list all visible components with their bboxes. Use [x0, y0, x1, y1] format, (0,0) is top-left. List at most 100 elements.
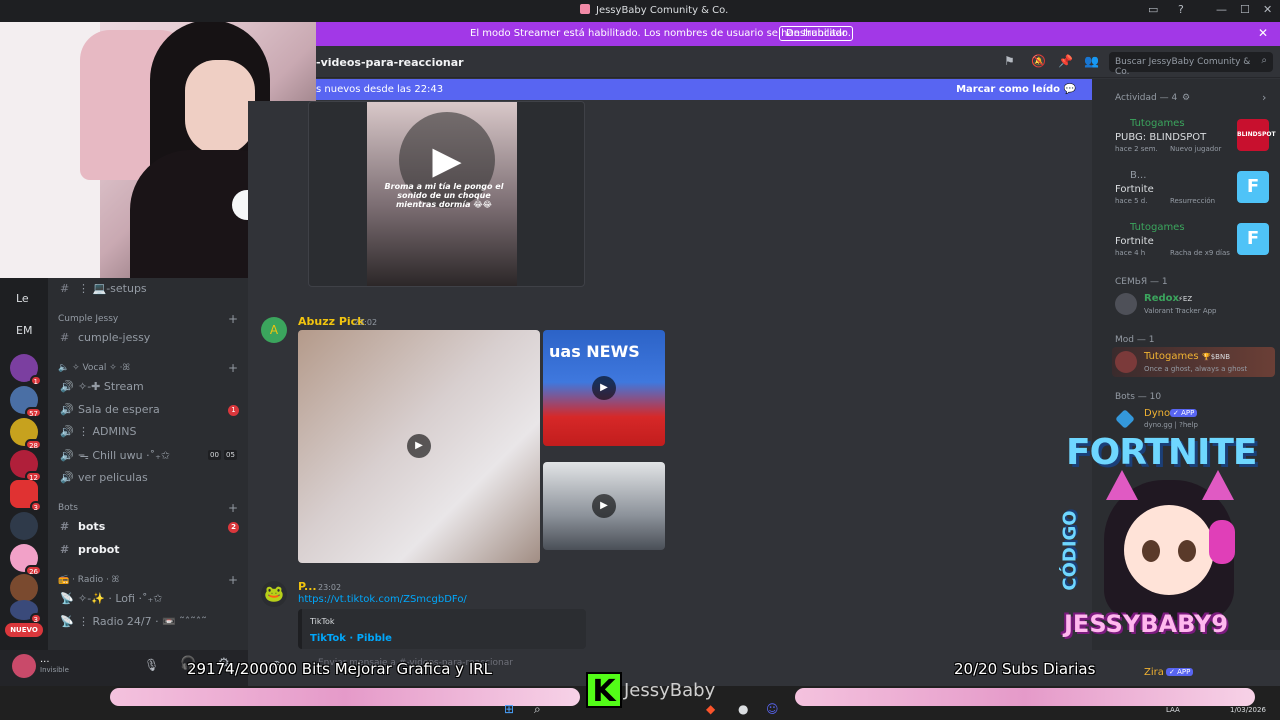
- activity-user: Tutogames: [1130, 118, 1185, 129]
- member-item[interactable]: Redox ⚡EZ Valorant Tracker App: [1092, 291, 1280, 319]
- threads-icon[interactable]: ⚑: [1004, 54, 1015, 68]
- category-cumple-jessy[interactable]: Cumple Jessy +: [58, 312, 238, 326]
- member-item[interactable]: Dyno ✓ APP dyno.gg | ?help: [1092, 405, 1280, 433]
- category-label: Cumple Jessy: [58, 314, 119, 324]
- video-embed[interactable]: ▶ Broma a mi tía le pongo el sonido de u…: [308, 101, 585, 287]
- member-list-icon[interactable]: 👥: [1084, 54, 1099, 68]
- voice-channel-admins[interactable]: 🔊 ⋮ ADMINS: [60, 425, 136, 441]
- taskbar: K JessyBaby LAA 1/03/2026 ⊞ ⌕ ◆ ● ☺: [0, 672, 1280, 720]
- channel-label: cumple-jessy: [78, 331, 151, 344]
- obs-icon[interactable]: ●: [738, 702, 748, 716]
- channel-label: ⋮ ADMINS: [78, 425, 137, 438]
- headset-icon: [1209, 520, 1235, 564]
- search-icon[interactable]: ⌕: [534, 702, 541, 717]
- play-icon[interactable]: ▶: [592, 494, 616, 518]
- category-vocal[interactable]: 🔈 ✧ Vocal ✧ ·ꕤ +: [58, 361, 238, 375]
- server-icon[interactable]: [10, 512, 38, 540]
- message-timestamp: 23:02: [354, 318, 378, 327]
- activity-card[interactable]: Tutogames PUBG: BLINDSPOT hace 2 sem. Nu…: [1092, 115, 1280, 159]
- voice-channel-chill[interactable]: 🔊 ᯓ Chill uwu ‧˚₊✩ 00 05: [60, 448, 250, 464]
- keyboard-language[interactable]: LAA: [1166, 706, 1180, 714]
- chevron-right-icon[interactable]: ›: [1262, 91, 1266, 104]
- category-radio[interactable]: 📻 ‧ Radio ‧ ꕤ +: [58, 573, 238, 587]
- new-messages-bar[interactable]: s nuevos desde las 22:43 Marcar como leí…: [316, 79, 1092, 100]
- server-icon[interactable]: 3: [10, 600, 42, 624]
- server-icon[interactable]: 3: [10, 480, 42, 512]
- video-attachment[interactable]: ▶: [298, 330, 540, 563]
- server-icon[interactable]: 26: [10, 544, 42, 576]
- server-icon[interactable]: [10, 574, 38, 602]
- speaker-icon: 🔊: [60, 380, 74, 393]
- brave-browser-icon[interactable]: ◆: [706, 702, 715, 716]
- server-icon[interactable]: 57: [10, 386, 42, 418]
- member-item[interactable]: Zira ✓ APP: [1092, 667, 1280, 683]
- channel-label: bots: [78, 520, 106, 533]
- avatar[interactable]: A: [261, 317, 287, 343]
- channel-bots[interactable]: # bots 2: [60, 520, 250, 536]
- add-channel-icon[interactable]: +: [228, 312, 238, 326]
- minimize-button[interactable]: —: [1216, 3, 1227, 16]
- search-input[interactable]: Buscar JessyBaby Comunity & Co. ⌕: [1109, 52, 1273, 77]
- codigo-label: CÓDIGO: [1059, 510, 1081, 591]
- taskbar-date[interactable]: 1/03/2026: [1230, 706, 1266, 714]
- channel-label: probot: [78, 543, 120, 556]
- channel-name: -videos-para-reaccionar: [316, 56, 464, 69]
- voice-channel-sala-de-espera[interactable]: 🔊 Sala de espera 1: [60, 403, 250, 419]
- avatar: [1115, 293, 1137, 315]
- server-badge: 1: [29, 375, 42, 386]
- link-embed: TikTok TikTok · Pibble: [298, 609, 586, 649]
- server-icon[interactable]: 1: [10, 354, 42, 386]
- stage-channel-radio[interactable]: 📡 ⋮ Radio 24/7 · 📼 ˜ˆ˜ˆ˜: [60, 615, 207, 631]
- window-title: JessyBaby Comunity & Co.: [580, 4, 728, 16]
- activity-card[interactable]: Tutogames Fortnite hace 4 h Racha de x9 …: [1092, 219, 1280, 263]
- microphone-icon[interactable]: 🎙: [144, 658, 159, 672]
- video-attachment[interactable]: uas NEWS ▶: [543, 330, 665, 446]
- discord-icon[interactable]: ☺: [766, 702, 779, 716]
- member-group-title: Bots — 10: [1115, 392, 1162, 402]
- avatar[interactable]: 🐸: [261, 581, 287, 607]
- channel-probot[interactable]: # probot: [60, 543, 120, 559]
- server-icon[interactable]: 28: [10, 418, 42, 450]
- window-titlebar: JessyBaby Comunity & Co. ▭ ? — ☐ ✕: [0, 0, 1280, 22]
- message-author[interactable]: P...: [298, 580, 317, 593]
- category-bots[interactable]: Bots +: [58, 501, 238, 515]
- settings-icon[interactable]: ⚙: [1182, 93, 1190, 103]
- server-item-em[interactable]: EM: [16, 324, 32, 337]
- maximize-button[interactable]: ☐: [1240, 3, 1250, 16]
- server-item-le[interactable]: Le: [16, 292, 29, 305]
- server-icon[interactable]: 12: [10, 450, 42, 482]
- embed-provider: TikTok: [310, 617, 335, 626]
- webcam-face: [185, 60, 255, 155]
- voice-channel-stream[interactable]: 🔊 ✧-✚ Stream: [60, 380, 144, 396]
- add-channel-icon[interactable]: +: [228, 573, 238, 587]
- mark-as-read-button[interactable]: Marcar como leído 💬: [956, 84, 1076, 95]
- add-channel-icon[interactable]: +: [228, 501, 238, 515]
- activity-status: Racha de x9 días: [1170, 249, 1230, 257]
- member-subtitle: dyno.gg | ?help: [1144, 421, 1198, 429]
- channel-header: -videos-para-reaccionar ⚑ 🔕 📌 👥 Buscar J…: [316, 46, 1280, 78]
- member-item[interactable]: Tutogames 🏆$BNB Once a ghost, always a g…: [1112, 347, 1275, 377]
- disable-streamer-button[interactable]: Deshabilitar: [779, 26, 854, 41]
- activity-game: Fortnite: [1115, 236, 1154, 247]
- message-link[interactable]: https://vt.tiktok.com/ZSmcgbDFo/: [298, 594, 467, 605]
- voice-channel-ver-peliculas[interactable]: 🔊 ver peliculas: [60, 471, 148, 487]
- close-banner-icon[interactable]: ✕: [1258, 26, 1268, 40]
- play-icon[interactable]: ▶: [407, 434, 431, 458]
- activity-card[interactable]: B... Fortnite hace 5 d. Resurrección F: [1092, 167, 1280, 211]
- channel-cumple-jessy[interactable]: # cumple-jessy: [60, 331, 150, 347]
- inbox-icon[interactable]: ▭: [1148, 3, 1158, 16]
- channel-setups[interactable]: # ⋮ 💻-setups: [60, 282, 147, 298]
- close-window-button[interactable]: ✕: [1263, 3, 1272, 16]
- video-attachment[interactable]: ▶: [543, 462, 665, 550]
- embed-title[interactable]: TikTok · Pibble: [310, 633, 392, 644]
- notifications-muted-icon[interactable]: 🔕: [1031, 54, 1046, 68]
- help-icon[interactable]: ?: [1178, 3, 1184, 16]
- add-channel-icon[interactable]: +: [228, 361, 238, 375]
- dyno-avatar: [1115, 409, 1135, 429]
- activity-status: Nuevo jugador: [1170, 145, 1222, 153]
- avatar[interactable]: [12, 654, 36, 678]
- play-icon[interactable]: ▶: [592, 376, 616, 400]
- windows-start-icon[interactable]: ⊞: [504, 702, 514, 716]
- pinned-messages-icon[interactable]: 📌: [1058, 54, 1073, 68]
- stage-channel-lofi[interactable]: 📡 ✧-✨ ‧ Lofi ‧˚₊✩: [60, 592, 162, 608]
